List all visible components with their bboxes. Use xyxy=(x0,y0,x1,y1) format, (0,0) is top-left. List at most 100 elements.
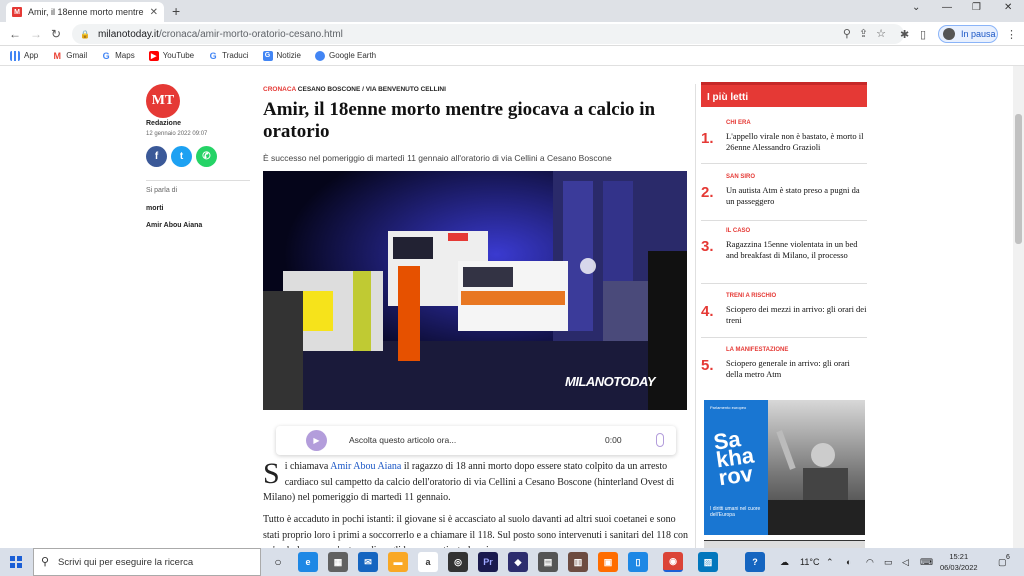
bookmark-label: YouTube xyxy=(162,51,195,60)
item-title[interactable]: Ragazzina 15enne violentata in un bed an… xyxy=(726,239,868,260)
item-category: IL CASO xyxy=(726,228,751,234)
system-clock[interactable]: 15:21 06/03/2022 xyxy=(940,551,978,573)
clock-time: 15:21 xyxy=(949,552,969,561)
most-read-item[interactable]: 2. SAN SIRO Un autista Atm è stato preso… xyxy=(701,174,867,221)
minimize-icon[interactable]: — xyxy=(942,2,952,13)
lock-icon[interactable]: 🔒 xyxy=(80,30,90,39)
bookmark-star-icon[interactable]: ☆ xyxy=(876,28,894,40)
most-read-item[interactable]: 5. LA MANIFESTAZIONE Sciopero generale i… xyxy=(701,347,867,392)
microphone-icon[interactable] xyxy=(656,433,664,447)
zoom-icon[interactable]: ⚲ xyxy=(843,28,859,40)
clock-date: 06/03/2022 xyxy=(940,563,978,572)
tag-link-amir[interactable]: Amir Abou Aiana xyxy=(330,461,401,472)
youtube-icon: ▶ xyxy=(148,50,159,61)
share-icon[interactable]: ⇪ xyxy=(859,28,876,40)
item-title[interactable]: Sciopero generale in arrivo: gli orari d… xyxy=(726,358,868,379)
article-paragraph-2: Tutto è accaduto in pochi istanti: il gi… xyxy=(263,514,688,548)
chrome-icon[interactable]: ◉ xyxy=(663,552,683,572)
topic-tag-amir[interactable]: Amir Abou Aiana xyxy=(146,222,202,229)
file-explorer-icon[interactable]: ▬ xyxy=(388,552,408,572)
location-link[interactable]: CESANO BOSCONE / VIA BENVENUTO CELLINI xyxy=(298,86,446,93)
item-title[interactable]: Sciopero dei mezzi in arrivo: gli orari … xyxy=(726,304,868,325)
app-icon[interactable]: ▣ xyxy=(598,552,618,572)
item-title[interactable]: L'appello virale non è bastato, è morto … xyxy=(726,131,868,152)
close-tab-icon[interactable]: ✕ xyxy=(150,7,158,18)
app-icon[interactable]: ▤ xyxy=(538,552,558,572)
menu-kebab-icon[interactable]: ⋮ xyxy=(1006,28,1017,41)
docs-icon[interactable]: ▯ xyxy=(628,552,648,572)
bookmark-youtube[interactable]: ▶ YouTube xyxy=(148,50,195,61)
facebook-share-icon[interactable]: f xyxy=(146,146,167,167)
bookmark-label: Google Earth xyxy=(328,51,377,60)
ad-banner-2[interactable] xyxy=(704,540,865,548)
maximize-icon[interactable]: ❐ xyxy=(972,2,981,13)
premiere-icon[interactable]: Pr xyxy=(478,552,498,572)
network-icon[interactable]: ▭ xyxy=(884,557,893,568)
item-category: LA MANIFESTAZIONE xyxy=(726,347,789,353)
address-bar[interactable]: 🔒 milanotoday.it/cronaca/amir-morto-orat… xyxy=(72,24,904,44)
tray-app-icon[interactable]: ◐ xyxy=(846,557,851,567)
weather-icon[interactable]: ☁ xyxy=(780,557,789,568)
profile-paused-button[interactable]: In pausa xyxy=(938,25,998,43)
forward-icon[interactable]: → xyxy=(30,27,42,41)
bookmark-earth[interactable]: Google Earth xyxy=(314,50,377,61)
wifi-icon[interactable]: ◠ xyxy=(866,557,874,568)
category-link[interactable]: CRONACA xyxy=(263,86,296,93)
item-title[interactable]: Un autista Atm è stato preso a pugni da … xyxy=(726,185,868,206)
whatsapp-share-icon[interactable]: ✆ xyxy=(196,146,217,167)
tab-search-chevron-icon[interactable]: ⌄ xyxy=(912,2,920,13)
twitter-share-icon[interactable]: t xyxy=(171,146,192,167)
store-icon[interactable]: ▦ xyxy=(328,552,348,572)
author-name[interactable]: Redazione xyxy=(146,120,181,127)
edge-icon[interactable]: e xyxy=(298,552,318,572)
play-icon[interactable]: ▶ xyxy=(306,430,327,451)
search-icon: ⚲ xyxy=(41,556,50,568)
milanotoday-logo[interactable]: MT xyxy=(146,84,180,118)
amazon-icon[interactable]: a xyxy=(418,552,438,572)
bookmark-app[interactable]: App xyxy=(10,50,38,61)
article-photo[interactable]: MILANOTODAY xyxy=(263,171,687,410)
most-read-item[interactable]: 3. IL CASO Ragazzina 15enne violentata i… xyxy=(701,228,867,284)
taskbar-search-box[interactable]: ⚲ Scrivi qui per eseguire la ricerca xyxy=(33,548,261,576)
url-path: /cronaca/amir-morto-oratorio-cesano.html xyxy=(158,28,343,40)
article-subtitle: È successo nel pomeriggio di martedì 11 … xyxy=(263,153,612,163)
news-icon: G xyxy=(262,50,273,61)
bookmark-label: Traduci xyxy=(222,51,249,60)
most-read-item[interactable]: 4. TRENI A RISCHIO Sciopero dei mezzi in… xyxy=(701,293,867,338)
bookmark-label: Gmail xyxy=(66,51,88,60)
mail-icon[interactable]: ✉ xyxy=(358,552,378,572)
app-icon[interactable]: ◎ xyxy=(448,552,468,572)
photos-icon[interactable]: ▨ xyxy=(698,552,718,572)
close-window-icon[interactable]: ✕ xyxy=(1004,2,1012,13)
gmail-icon: M xyxy=(53,50,61,61)
bookmark-gmail[interactable]: M Gmail xyxy=(52,51,87,61)
extensions-icon[interactable]: ✱ xyxy=(900,28,909,41)
app-icon[interactable]: ◆ xyxy=(508,552,528,572)
tray-chevron-icon[interactable]: ⌃ xyxy=(826,557,834,568)
item-number: 5. xyxy=(701,357,714,374)
tab-article[interactable]: M Amir, il 18enne morto mentre gio ✕ xyxy=(6,2,164,22)
weather-temp[interactable]: 11°C xyxy=(800,557,819,567)
task-view-icon[interactable]: ○ xyxy=(268,552,288,572)
language-icon[interactable]: ⌨ xyxy=(920,557,933,568)
most-read-item[interactable]: 1. CHI ERA L'appello virale non è bastat… xyxy=(701,120,867,164)
bookmark-traduci[interactable]: G Traduci xyxy=(208,51,249,61)
back-icon[interactable]: ← xyxy=(9,27,21,41)
sakharov-ad-banner[interactable]: Parlamento europeo Sa kha rov I diritti … xyxy=(704,400,865,535)
url-domain: milanotoday.it xyxy=(97,28,159,40)
ad-blue-panel: Parlamento europeo Sa kha rov I diritti … xyxy=(704,400,768,535)
topic-tag-morti[interactable]: morti xyxy=(146,205,164,212)
side-panel-icon[interactable]: ▯ xyxy=(920,28,926,41)
item-category: TRENI A RISCHIO xyxy=(726,293,777,299)
article-paragraph-1: Si chiamava Amir Abou Aiana il ragazzo d… xyxy=(263,459,688,506)
new-tab-icon[interactable]: + xyxy=(172,3,180,19)
windows-start-icon[interactable] xyxy=(10,556,22,568)
app-icon[interactable]: ▥ xyxy=(568,552,588,572)
bookmark-maps[interactable]: G Maps xyxy=(101,51,135,61)
scrollbar-thumb[interactable] xyxy=(1015,114,1022,244)
help-icon[interactable]: ? xyxy=(745,552,765,572)
reload-icon[interactable]: ↻ xyxy=(51,27,61,41)
bookmark-notizie[interactable]: G Notizie xyxy=(262,50,301,61)
volume-icon[interactable]: ◁ xyxy=(902,557,909,568)
page-scrollbar[interactable] xyxy=(1013,66,1024,548)
